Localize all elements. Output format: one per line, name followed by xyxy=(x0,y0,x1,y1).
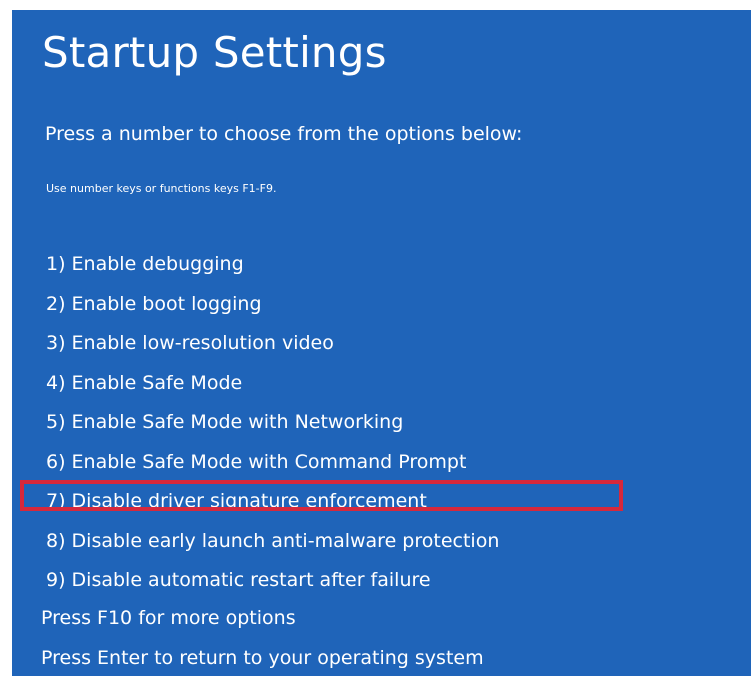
return-to-os-prompt[interactable]: Press Enter to return to your operating … xyxy=(41,649,484,668)
option-safe-mode-networking[interactable]: 5) Enable Safe Mode with Networking xyxy=(46,409,499,449)
instructions-text: Press a number to choose from the option… xyxy=(45,123,523,145)
option-safe-mode-command-prompt[interactable]: 6) Enable Safe Mode with Command Prompt xyxy=(46,449,499,489)
option-enable-boot-logging[interactable]: 2) Enable boot logging xyxy=(46,291,499,331)
startup-settings-screen: Startup Settings Press a number to choos… xyxy=(12,10,751,676)
more-options-prompt[interactable]: Press F10 for more options xyxy=(41,609,296,628)
option-enable-safe-mode[interactable]: 4) Enable Safe Mode xyxy=(46,370,499,410)
option-enable-debugging[interactable]: 1) Enable debugging xyxy=(46,251,499,291)
option-disable-driver-signature-enforcement[interactable]: 7) Disable driver signature enforcement xyxy=(46,488,499,528)
page-title: Startup Settings xyxy=(42,28,387,77)
option-disable-early-launch-anti-malware[interactable]: 8) Disable early launch anti-malware pro… xyxy=(46,528,499,568)
startup-options-list: 1) Enable debugging 2) Enable boot loggi… xyxy=(46,251,499,607)
option-enable-low-resolution-video[interactable]: 3) Enable low-resolution video xyxy=(46,330,499,370)
keys-hint-text: Use number keys or functions keys F1-F9. xyxy=(46,182,277,195)
option-disable-automatic-restart[interactable]: 9) Disable automatic restart after failu… xyxy=(46,567,499,607)
